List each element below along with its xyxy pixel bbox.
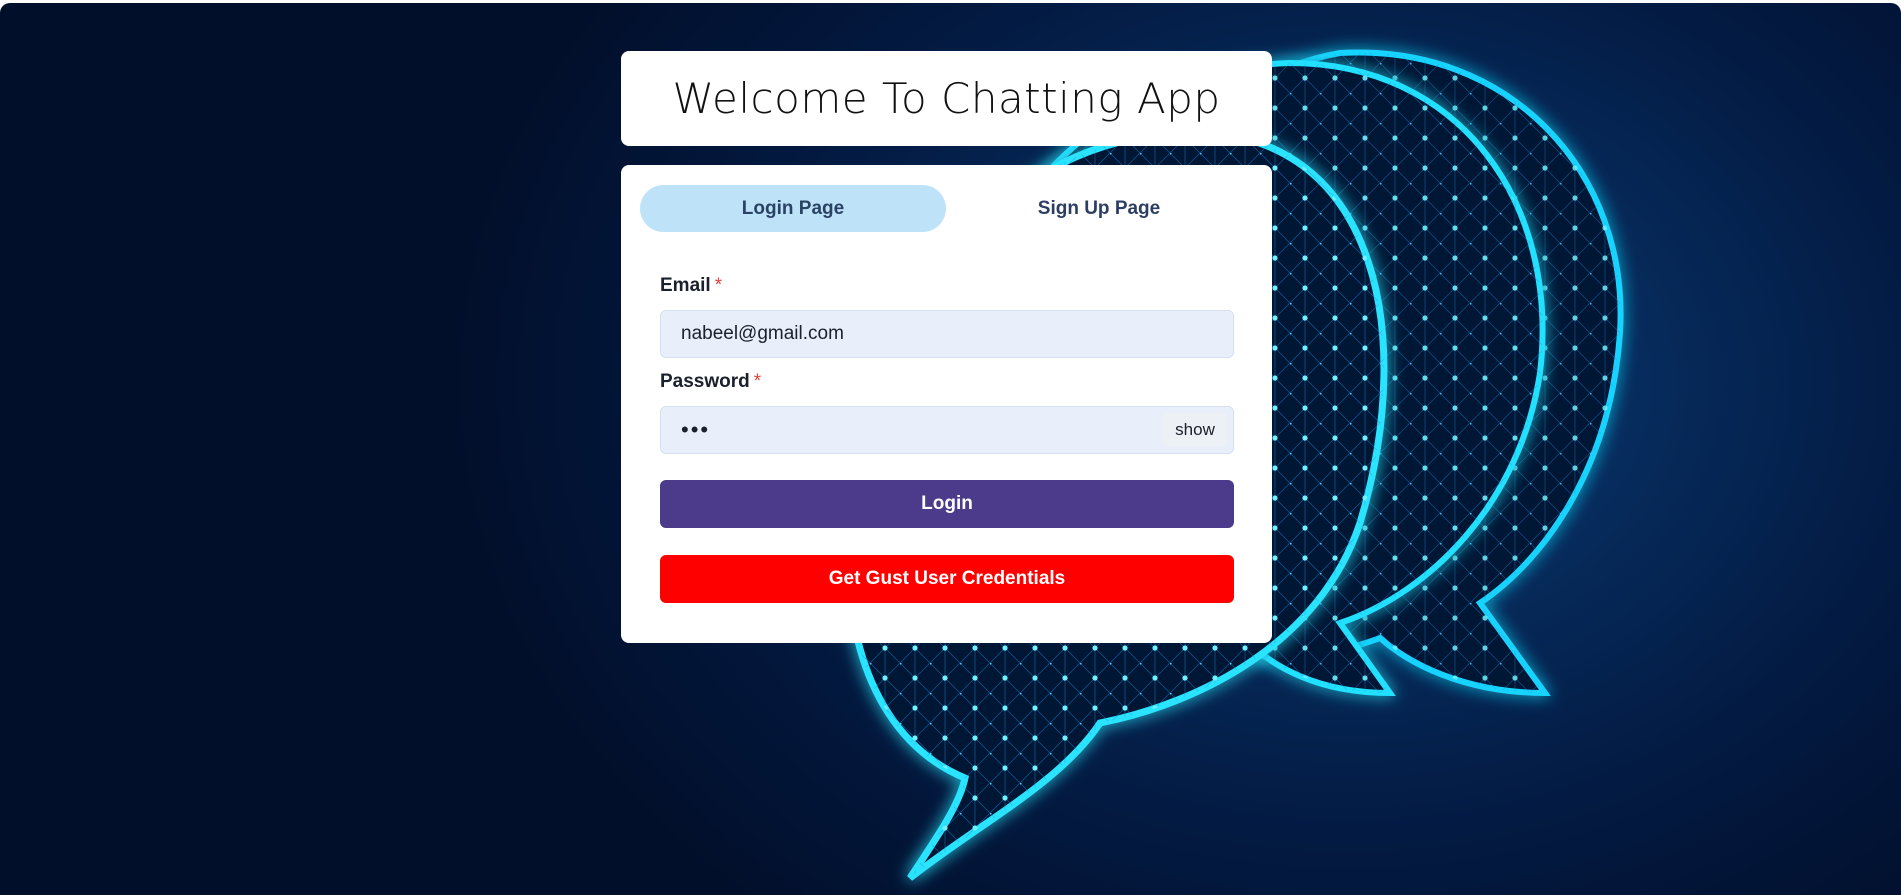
email-value: nabeel@gmail.com — [681, 323, 844, 344]
password-label: Password * — [660, 371, 761, 393]
email-label-text: Email — [660, 275, 711, 296]
email-label: Email * — [660, 275, 722, 297]
show-password-button[interactable]: show — [1163, 413, 1227, 447]
tab-login[interactable]: Login Page — [640, 185, 946, 232]
auth-card: Login Page Sign Up Page Email * nabeel@gm… — [621, 165, 1272, 643]
password-field[interactable]: ••• show — [660, 406, 1234, 454]
required-marker: * — [714, 275, 723, 296]
password-value: ••• — [681, 417, 711, 442]
guest-credentials-button[interactable]: Get Gust User Credentials — [660, 555, 1234, 603]
required-marker: * — [753, 371, 762, 392]
login-button[interactable]: Login — [660, 480, 1234, 528]
password-label-text: Password — [660, 371, 750, 392]
tab-signup[interactable]: Sign Up Page — [946, 185, 1252, 232]
page-title: Welcome To Chatting App — [672, 74, 1221, 123]
auth-tabs: Login Page Sign Up Page — [640, 185, 1252, 232]
welcome-header: Welcome To Chatting App — [621, 51, 1272, 146]
email-field[interactable]: nabeel@gmail.com — [660, 310, 1234, 358]
